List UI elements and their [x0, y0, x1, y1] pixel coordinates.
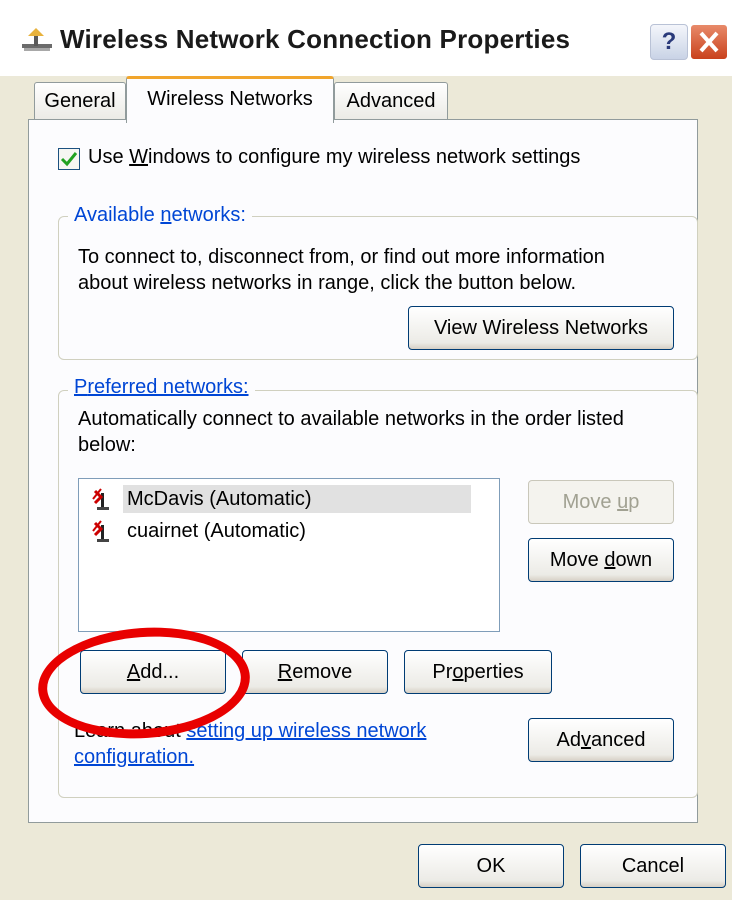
use-windows-checkbox[interactable] — [58, 148, 80, 170]
network-name: McDavis (Automatic) — [127, 488, 312, 510]
remove-button[interactable]: Remove — [242, 650, 388, 694]
help-button[interactable]: ? — [650, 24, 688, 60]
add-button[interactable]: Add... — [80, 650, 226, 694]
checkmark-icon — [60, 152, 78, 167]
tab-wireless-networks[interactable]: Wireless Networks — [126, 76, 334, 123]
setup-wireless-link[interactable]: setting up wireless network — [186, 720, 426, 742]
learn-about-prefix: Learn about — [74, 720, 187, 742]
title-bar[interactable]: Wireless Network Connection Properties ? — [0, 0, 732, 76]
advanced-button[interactable]: Advanced — [528, 718, 674, 762]
list-item[interactable]: cuairnet (Automatic) — [87, 517, 467, 545]
wireless-network-icon — [92, 488, 109, 510]
close-button[interactable] — [690, 24, 728, 60]
available-networks-legend: Available networks: — [68, 204, 252, 227]
network-connection-icon — [22, 28, 52, 51]
close-icon — [699, 31, 719, 53]
available-networks-description: To connect to, disconnect from, or find … — [78, 246, 605, 294]
list-item-highlight: cuairnet (Automatic) — [123, 517, 471, 545]
use-windows-label: Use Windows to configure my wireless net… — [88, 146, 581, 168]
ok-button[interactable]: OK — [418, 844, 564, 888]
window-title: Wireless Network Connection Properties — [60, 24, 571, 54]
view-wireless-networks-button[interactable]: View Wireless Networks — [408, 306, 674, 350]
list-item-highlight: McDavis (Automatic) — [123, 485, 471, 513]
tab-general[interactable]: General — [34, 82, 126, 119]
preferred-networks-list[interactable]: McDavis (Automatic) cuairnet (Automatic) — [78, 478, 500, 632]
wireless-network-icon — [92, 520, 109, 542]
move-down-button[interactable]: Move down — [528, 538, 674, 582]
properties-button[interactable]: Properties — [404, 650, 552, 694]
tab-advanced[interactable]: Advanced — [334, 82, 448, 119]
cancel-button[interactable]: Cancel — [580, 844, 726, 888]
preferred-networks-legend: Preferred networks: — [68, 376, 255, 399]
list-item[interactable]: McDavis (Automatic) — [87, 485, 471, 513]
network-name: cuairnet (Automatic) — [127, 520, 306, 542]
setup-wireless-link-continued[interactable]: configuration. — [74, 746, 194, 768]
preferred-networks-description: Automatically connect to available netwo… — [78, 408, 624, 456]
learn-about-text: Learn about setting up wireless network … — [74, 718, 426, 770]
move-up-button[interactable]: Move up — [528, 480, 674, 524]
